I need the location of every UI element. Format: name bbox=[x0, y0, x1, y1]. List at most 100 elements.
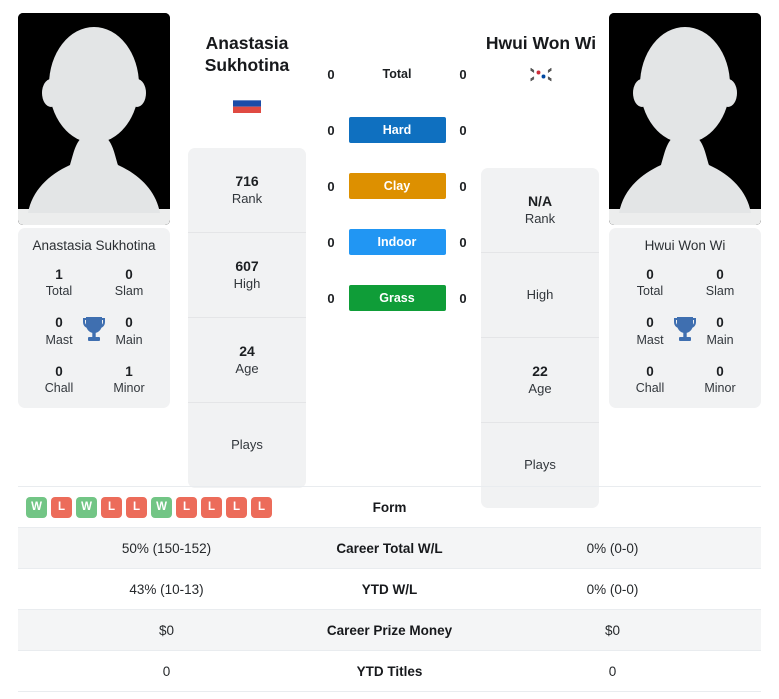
surface-label-clay: Clay bbox=[348, 173, 446, 199]
title-label: Chall bbox=[635, 380, 665, 395]
right-value: 0% (0-0) bbox=[586, 540, 639, 556]
surface-label-grass: Grass bbox=[348, 285, 446, 311]
title-value: 1 bbox=[125, 363, 133, 379]
title-stat: 1 Minor bbox=[94, 363, 164, 396]
title-stat: 0 Chall bbox=[615, 363, 685, 396]
left-player-card: Anastasia Sukhotina 1 Total 0 Slam 0 Mas… bbox=[18, 228, 170, 408]
surface-row-total: 0 Total 0 bbox=[322, 60, 472, 88]
title-value: 0 bbox=[646, 363, 654, 379]
title-label: Slam bbox=[705, 284, 735, 299]
trophy-icon bbox=[81, 315, 107, 343]
form-badge-win: W bbox=[151, 496, 172, 518]
right-value: 0 bbox=[608, 663, 617, 679]
left-player-photo[interactable] bbox=[18, 13, 170, 225]
table-row: $0 Career Prize Money $0 bbox=[18, 610, 761, 651]
title-value: 0 bbox=[716, 363, 724, 379]
title-label: Minor bbox=[704, 380, 736, 395]
title-value: 0 bbox=[55, 363, 63, 379]
trophy-icon bbox=[672, 315, 698, 343]
right-surface-value: 0 bbox=[459, 66, 467, 82]
left-player-headline-name[interactable]: Anastasia Sukhotina bbox=[186, 32, 308, 77]
info-label: Plays bbox=[524, 457, 556, 473]
surface-label-hard: Hard bbox=[348, 117, 446, 143]
info-plays: Plays bbox=[188, 403, 306, 488]
right-value: $0 bbox=[604, 622, 621, 638]
right-player-info-stack: N/A Rank High 22 Age Plays bbox=[481, 168, 599, 508]
left-player-info-stack: 716 Rank 607 High 24 Age Plays bbox=[188, 148, 306, 488]
title-stat: 0 Slam bbox=[94, 266, 164, 299]
russia-flag-icon bbox=[233, 94, 261, 113]
table-row: 0 YTD Titles 0 bbox=[18, 651, 761, 692]
left-surface-value: 0 bbox=[327, 178, 335, 194]
info-value: 607 bbox=[235, 258, 259, 275]
right-surface-value: 0 bbox=[459, 290, 467, 306]
south-korea-flag-icon bbox=[527, 65, 555, 84]
info-value: N/A bbox=[527, 193, 553, 210]
info-label: Plays bbox=[231, 437, 263, 453]
title-value: 0 bbox=[716, 267, 724, 282]
right-surface-value: 0 bbox=[459, 178, 467, 194]
surface-row-indoor: 0 Indoor 0 bbox=[322, 228, 472, 256]
right-player-card-name: Hwui Won Wi bbox=[644, 238, 726, 253]
title-label: Total bbox=[45, 284, 73, 299]
left-value: 0 bbox=[162, 663, 171, 679]
row-label: Career Prize Money bbox=[326, 622, 453, 638]
player-comparison-page: Anastasia Sukhotina 1 Total 0 Slam 0 Mas… bbox=[0, 0, 779, 699]
title-label: Chall bbox=[44, 380, 74, 395]
title-stat: 1 Total bbox=[24, 266, 94, 299]
title-value: 1 bbox=[55, 267, 63, 282]
left-surface-value: 0 bbox=[327, 234, 335, 250]
info-label: High bbox=[233, 275, 261, 291]
left-value: 43% (10-13) bbox=[129, 581, 204, 597]
right-value: 0% (0-0) bbox=[586, 581, 639, 597]
right-titles-grid: 0 Total 0 Slam 0 Mast 0 Main 0 Chall 0 M… bbox=[609, 263, 761, 396]
left-name-line1: Anastasia bbox=[205, 33, 289, 53]
table-row: 43% (10-13) YTD W/L 0% (0-0) bbox=[18, 569, 761, 610]
stats-comparison-table: WLWLLWLLLL Form 50% (150-152) Career Tot… bbox=[18, 486, 761, 692]
surface-label-indoor: Indoor bbox=[348, 229, 446, 255]
left-titles-grid: 1 Total 0 Slam 0 Mast 0 Main 0 Chall 1 M… bbox=[18, 263, 170, 396]
form-badge-loss: L bbox=[226, 496, 247, 518]
form-badge-win: W bbox=[26, 496, 47, 518]
left-name-line2: Sukhotina bbox=[204, 55, 290, 76]
info-high: 607 High bbox=[188, 233, 306, 318]
right-name-line1: Hwui Won Wi bbox=[485, 33, 597, 53]
title-label: Minor bbox=[113, 380, 145, 395]
right-player-photo[interactable] bbox=[609, 13, 761, 225]
form-badge-loss: L bbox=[51, 496, 72, 518]
form-badge-loss: L bbox=[201, 496, 222, 518]
form-badge-win: W bbox=[76, 496, 97, 518]
form-badge-loss: L bbox=[101, 496, 122, 518]
surface-row-hard: 0 Hard 0 bbox=[322, 116, 472, 144]
left-player-card-name: Anastasia Sukhotina bbox=[32, 238, 156, 253]
left-surface-value: 0 bbox=[327, 122, 335, 138]
info-age: 22 Age bbox=[481, 338, 599, 423]
left-surface-value: 0 bbox=[327, 66, 335, 82]
info-label: Rank bbox=[231, 190, 263, 206]
table-row: 50% (150-152) Career Total W/L 0% (0-0) bbox=[18, 528, 761, 569]
title-value: 0 bbox=[125, 267, 133, 282]
info-value: 716 bbox=[235, 173, 259, 190]
form-badge-loss: L bbox=[251, 496, 272, 518]
title-label: Total bbox=[636, 284, 664, 299]
right-player-card: Hwui Won Wi 0 Total 0 Slam 0 Mast 0 Main bbox=[609, 228, 761, 408]
row-label: Form bbox=[372, 499, 407, 515]
info-rank: N/A Rank bbox=[481, 168, 599, 253]
player-avatar-placeholder-icon bbox=[609, 13, 761, 225]
left-form-badges: WLWLLWLLLL bbox=[18, 496, 315, 518]
surface-row-grass: 0 Grass 0 bbox=[322, 284, 472, 312]
row-label: YTD Titles bbox=[356, 663, 423, 679]
info-rank: 716 Rank bbox=[188, 148, 306, 233]
info-age: 24 Age bbox=[188, 318, 306, 403]
title-label: Slam bbox=[114, 284, 144, 299]
right-surface-value: 0 bbox=[459, 234, 467, 250]
player-avatar-placeholder-icon bbox=[18, 13, 170, 225]
title-stat: 0 Chall bbox=[24, 363, 94, 396]
row-label: YTD W/L bbox=[361, 581, 418, 597]
form-badge-loss: L bbox=[126, 496, 147, 518]
title-stat: 0 Minor bbox=[685, 363, 755, 396]
right-player-headline-name[interactable]: Hwui Won Wi bbox=[476, 32, 606, 54]
info-high: High bbox=[481, 253, 599, 338]
table-row: WLWLLWLLLL Form bbox=[18, 487, 761, 528]
title-value: 0 bbox=[646, 267, 654, 282]
